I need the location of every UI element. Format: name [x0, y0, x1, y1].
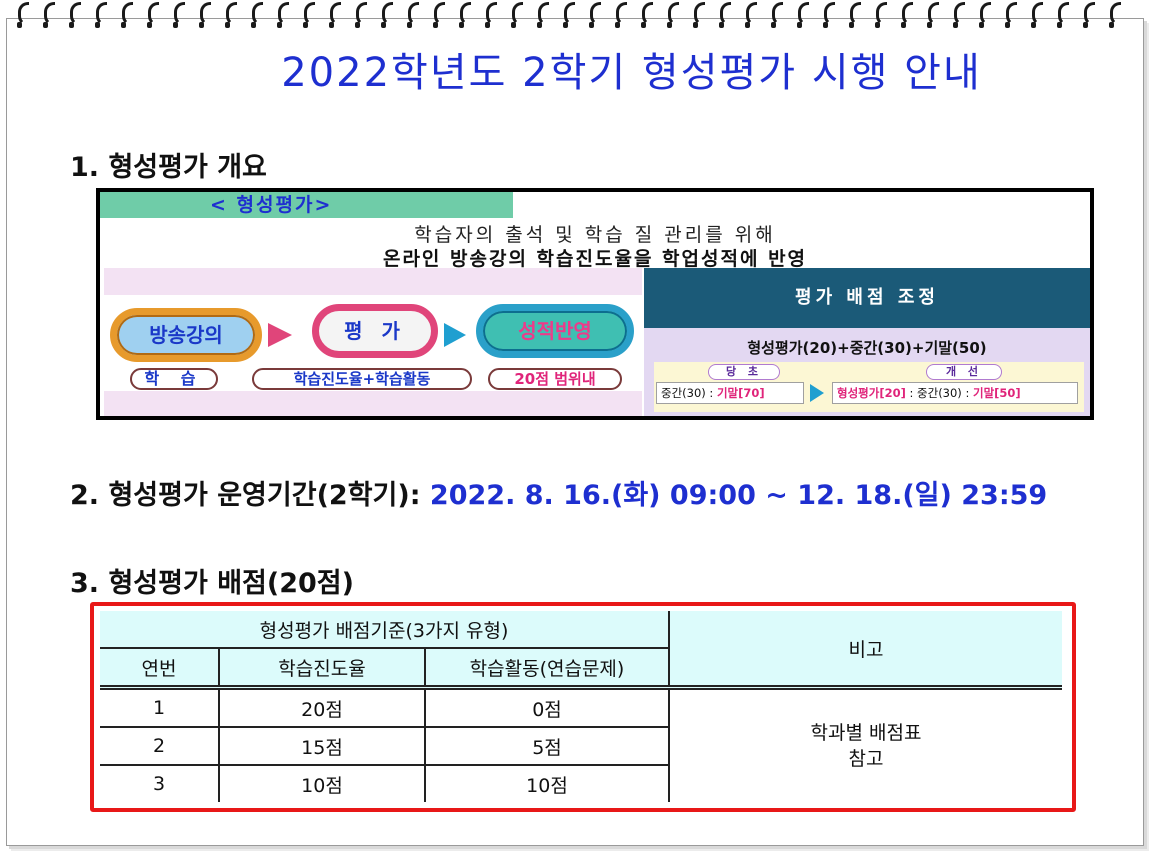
- binding-ring-icon: [199, 2, 211, 28]
- section-2-heading: 2. 형성평가 운영기간(2학기): 2022. 8. 16.(화) 09:00…: [70, 473, 1047, 512]
- binding-ring-icon: [1109, 2, 1121, 28]
- adjustment-heading: 평가 배점 조정: [644, 268, 1090, 328]
- binding-ring-icon: [1083, 2, 1095, 28]
- binding-ring-icon: [875, 2, 887, 28]
- overview-line-2: 온라인 방송강의 학습진도율을 학업성적에 반영: [382, 248, 808, 270]
- row-no: 2: [100, 726, 220, 766]
- row-no: 1: [100, 686, 220, 728]
- row-progress: 15점: [218, 726, 426, 766]
- binding-ring-icon: [303, 2, 315, 28]
- row-no: 3: [100, 764, 220, 802]
- binding-ring-icon: [95, 2, 107, 28]
- remark-header: 비고: [668, 611, 1062, 690]
- before-final-text: 기말[70]: [716, 386, 765, 400]
- after-mid-text: : 중간(30) :: [905, 386, 973, 400]
- binding-ring-icon: [147, 2, 159, 28]
- binding-ring-icon: [1031, 2, 1043, 28]
- section-3-heading: 3. 형성평가 배점(20점): [70, 568, 354, 599]
- row-progress: 10점: [218, 764, 426, 802]
- before-label: 당 초: [708, 364, 780, 380]
- binding-ring-icon: [771, 2, 783, 28]
- binding-ring-icon: [823, 2, 835, 28]
- adjustment-body: 형성평가(20)+중간(30)+기말(50) 당 초 개 선 중간(30) : …: [644, 328, 1090, 416]
- page-title: 2022학년도 2학기 형성평가 시행 안내: [281, 50, 982, 96]
- binding-ring-icon: [43, 2, 55, 28]
- binding-ring-icon: [511, 2, 523, 28]
- column-header-activity: 학습활동(연습문제): [424, 647, 670, 690]
- section-1-heading: 1. 형성평가 개요: [70, 152, 267, 183]
- after-scheme: 형성평가[20] : 중간(30) : 기말[50]: [832, 382, 1078, 404]
- binding-ring-icon: [173, 2, 185, 28]
- overview-panel: < 형성평가> 학습자의 출석 및 학습 질 관리를 위해 온라인 방송강의 학…: [96, 188, 1094, 420]
- binding-ring-icon: [1057, 2, 1069, 28]
- score-table: 형성평가 배점기준(3가지 유형) 비고 연번 학습진도율 학습활동(연습문제)…: [100, 611, 1062, 802]
- row-activity: 0점: [424, 686, 670, 728]
- row-activity: 5점: [424, 726, 670, 766]
- column-header-progress: 학습진도율: [218, 647, 426, 690]
- spiral-binding: [17, 0, 1138, 30]
- binding-ring-icon: [225, 2, 237, 28]
- binding-ring-icon: [667, 2, 679, 28]
- remark-cell: 학과별 배점표 참고: [668, 686, 1062, 802]
- binding-ring-icon: [433, 2, 445, 28]
- overview-line-1: 학습자의 출석 및 학습 질 관리를 위해: [414, 224, 776, 246]
- remark-line-1: 학과별 배점표: [810, 722, 922, 744]
- binding-ring-icon: [719, 2, 731, 28]
- column-header-no: 연번: [100, 647, 220, 690]
- after-label: 개 선: [926, 364, 1002, 380]
- adjustment-formula: 형성평가(20)+중간(30)+기말(50): [747, 339, 987, 357]
- arrow-right-icon: [268, 323, 292, 347]
- binding-ring-icon: [407, 2, 419, 28]
- binding-ring-icon: [589, 2, 601, 28]
- row-progress: 20점: [218, 686, 426, 728]
- flow-sub-progress: 학습진도율+학습활동: [252, 368, 472, 390]
- flow-step-grade: 성적반영: [476, 304, 634, 358]
- binding-ring-icon: [745, 2, 757, 28]
- binding-ring-icon: [615, 2, 627, 28]
- flow-step-evaluation: 평 가: [312, 304, 438, 358]
- score-adjustment-panel: 평가 배점 조정 형성평가(20)+중간(30)+기말(50) 당 초 개 선 …: [644, 268, 1090, 416]
- adjustment-comparison: 당 초 개 선 중간(30) : 기말[70] 형성평가[20] : 중간(30…: [654, 362, 1084, 412]
- table-row: 1 20점 0점 학과별 배점표 참고: [100, 686, 1062, 802]
- after-final-text: 기말[50]: [972, 386, 1021, 400]
- flow-sub-range: 20점 범위내: [488, 368, 622, 390]
- binding-ring-icon: [355, 2, 367, 28]
- binding-ring-icon: [563, 2, 575, 28]
- after-formative-text: 형성평가[20]: [837, 386, 906, 400]
- remark-line-2: 참고: [848, 748, 884, 770]
- binding-ring-icon: [797, 2, 809, 28]
- binding-ring-icon: [381, 2, 393, 28]
- binding-ring-icon: [953, 2, 965, 28]
- binding-ring-icon: [901, 2, 913, 28]
- binding-ring-icon: [1005, 2, 1017, 28]
- flow-step-broadcast: 방송강의: [110, 308, 262, 362]
- before-scheme: 중간(30) : 기말[70]: [656, 382, 804, 404]
- arrow-right-icon: [444, 323, 466, 347]
- row-activity: 10점: [424, 764, 670, 802]
- binding-ring-icon: [979, 2, 991, 28]
- overview-tab-label: < 형성평가>: [100, 192, 513, 218]
- binding-ring-icon: [329, 2, 341, 28]
- binding-ring-icon: [17, 2, 29, 28]
- binding-ring-icon: [927, 2, 939, 28]
- binding-ring-icon: [693, 2, 705, 28]
- binding-ring-icon: [537, 2, 549, 28]
- binding-ring-icon: [69, 2, 81, 28]
- binding-ring-icon: [251, 2, 263, 28]
- binding-ring-icon: [459, 2, 471, 28]
- operation-period: 2022. 8. 16.(화) 09:00 ~ 12. 18.(일) 23:59: [429, 480, 1048, 511]
- score-table-frame: 형성평가 배점기준(3가지 유형) 비고 연번 학습진도율 학습활동(연습문제)…: [90, 602, 1076, 812]
- before-mid-text: 중간(30) :: [661, 386, 717, 400]
- binding-ring-icon: [121, 2, 133, 28]
- group-header: 형성평가 배점기준(3가지 유형): [100, 611, 670, 649]
- binding-ring-icon: [485, 2, 497, 28]
- binding-ring-icon: [641, 2, 653, 28]
- arrow-right-icon: [810, 384, 824, 402]
- flow-sub-study: 학 습: [130, 368, 218, 390]
- binding-ring-icon: [277, 2, 289, 28]
- section-2-label: 2. 형성평가 운영기간(2학기):: [70, 480, 430, 511]
- binding-ring-icon: [849, 2, 861, 28]
- flow-diagram: 방송강의 평 가 성적반영 학 습 학습진도율+학습활동 20점 범위내: [104, 268, 642, 416]
